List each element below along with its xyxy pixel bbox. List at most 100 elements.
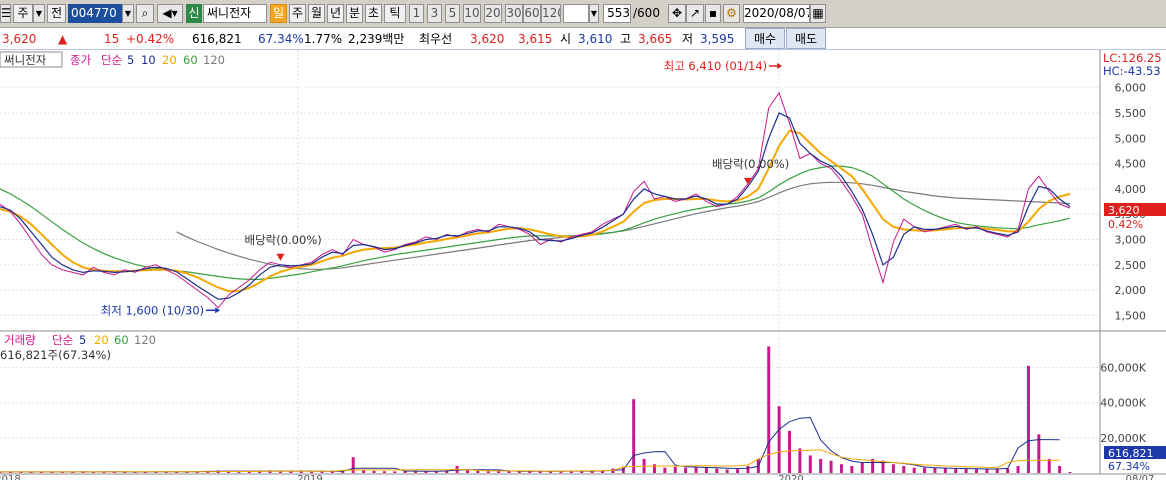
volume-rate: 67.34%	[258, 32, 304, 46]
high-annotation: 최고 6,410 (01/14)	[664, 59, 768, 73]
interval-60[interactable]: 60	[523, 4, 541, 23]
legend-company[interactable]: 써니전자	[4, 53, 47, 67]
interval-1[interactable]: 1	[409, 4, 424, 23]
prev-button[interactable]: 전	[47, 4, 66, 23]
speaker-icon[interactable]: ◀▾	[157, 4, 183, 23]
volume-bar	[663, 467, 667, 473]
stock-chart[interactable]: 1,5002,0002,5003,0003,5004,0004,5005,000…	[0, 50, 1166, 480]
volume-bar	[923, 467, 927, 473]
interval-20[interactable]: 20	[484, 4, 502, 23]
volume-bar	[310, 471, 314, 473]
crosshair-icon[interactable]: ✥	[668, 4, 686, 23]
volume-legend-method[interactable]: 단순	[52, 333, 73, 347]
period-second[interactable]: 초	[365, 4, 382, 23]
ex-dividend-annotation: 배당락(0.00%)	[712, 157, 789, 171]
period-year[interactable]: 년	[327, 4, 344, 23]
legend-ma120[interactable]: 120	[203, 53, 225, 67]
date-input[interactable]: 2020/08/07	[743, 4, 810, 23]
bar-count-input[interactable]: 553	[603, 4, 631, 23]
gear-icon[interactable]: ⚙	[723, 4, 740, 23]
best-bid: 3,615	[518, 32, 553, 46]
open-price: 3,610	[578, 32, 613, 46]
company-type-badge: 신	[186, 4, 202, 23]
volume-bar	[652, 464, 656, 473]
interval-120[interactable]: 120	[541, 4, 561, 23]
volume-legend-ma120[interactable]: 120	[134, 333, 156, 347]
search-icon[interactable]: ⌕	[136, 4, 154, 23]
volume-bar	[486, 471, 490, 473]
price-change: 15	[104, 32, 120, 46]
legend-close[interactable]: 종가	[70, 53, 92, 67]
volume-bar	[372, 470, 376, 473]
interval-10[interactable]: 10	[463, 4, 481, 23]
volume-bar	[829, 460, 833, 473]
legend-ma60[interactable]: 60	[183, 53, 198, 67]
volume-bar	[964, 468, 968, 473]
x-tick-label: 2018	[0, 474, 21, 480]
price-tick-label: 2,000	[1115, 284, 1147, 297]
volume-bar	[839, 464, 843, 473]
last-volume-tag: 616,821	[1108, 447, 1154, 460]
chevron-down-icon[interactable]: ▼	[33, 4, 45, 23]
volume-bar	[943, 468, 947, 473]
volume-bar	[912, 467, 916, 473]
volume-bar	[891, 464, 895, 473]
ex-dividend-annotation: 배당락(0.00%)	[244, 233, 321, 247]
low-price: 3,595	[700, 32, 735, 46]
sell-button[interactable]: 매도	[786, 28, 826, 49]
volume-bar	[860, 462, 864, 473]
calendar-icon[interactable]: ▦	[810, 4, 826, 23]
volume-bar	[819, 458, 823, 473]
save-icon[interactable]: ▪	[705, 4, 721, 23]
x-tick-label: 08/07	[1126, 474, 1155, 480]
volume-legend-name[interactable]: 거래량	[4, 333, 36, 347]
legend-method[interactable]: 단순	[101, 53, 122, 67]
legend-ma20[interactable]: 20	[162, 53, 177, 67]
volume-bar	[985, 468, 989, 473]
period-tick[interactable]: 틱	[384, 4, 406, 23]
legend-ma10[interactable]: 10	[141, 53, 156, 67]
volume-legend-ma20[interactable]: 20	[94, 333, 109, 347]
buy-button[interactable]: 매수	[745, 28, 785, 49]
interval-30[interactable]: 30	[505, 4, 523, 23]
volume-bar	[393, 471, 397, 473]
volume-legend-ma60[interactable]: 60	[114, 333, 129, 347]
volume-bar	[351, 457, 355, 473]
change-rate: +0.42%	[126, 32, 175, 46]
price-tick-label: 5,500	[1115, 107, 1147, 120]
volume-bar	[954, 468, 958, 473]
interval-5[interactable]: 5	[445, 4, 460, 23]
volume-bar	[798, 448, 802, 473]
price-tick-label: 2,500	[1115, 259, 1147, 272]
interval-3[interactable]: 3	[427, 4, 442, 23]
volume-bar	[902, 465, 906, 473]
volume-bar	[725, 469, 729, 473]
volume-bar	[736, 469, 740, 473]
open-label: 시	[560, 32, 572, 46]
current-price: 3,620	[2, 32, 37, 46]
price-tick-label: 4,000	[1115, 183, 1147, 196]
menu-icon[interactable]: ☰	[0, 4, 11, 23]
market-select[interactable]: 주	[13, 4, 33, 23]
period-day[interactable]: 일	[270, 4, 287, 23]
period-month[interactable]: 월	[308, 4, 325, 23]
volume-legend-ma5[interactable]: 5	[79, 333, 86, 347]
volume-bar	[1026, 365, 1030, 473]
drawing-tool-icon[interactable]: ↗	[686, 4, 704, 23]
period-week[interactable]: 주	[289, 4, 306, 23]
custom-interval-input[interactable]	[563, 4, 589, 23]
last-price-tag: 3,620	[1108, 204, 1140, 217]
bar-count-total: /600	[633, 6, 660, 20]
volume-bar	[704, 467, 708, 473]
stock-code-input[interactable]: 004770	[68, 4, 122, 23]
interval-dropdown-icon[interactable]: ▼	[589, 4, 599, 23]
legend-ma5[interactable]: 5	[127, 53, 134, 67]
turnover-rate: 1.77%	[304, 32, 343, 46]
price-tick-label: 1,500	[1115, 309, 1147, 322]
x-tick-label: 2019	[297, 474, 322, 480]
volume-tick-label: 40,000K	[1100, 397, 1146, 410]
period-minute[interactable]: 분	[346, 4, 363, 23]
code-dropdown-icon[interactable]: ▼	[122, 4, 134, 23]
last-volume-rate-tag: 67.34%	[1108, 460, 1150, 473]
volume-bar	[746, 465, 750, 473]
